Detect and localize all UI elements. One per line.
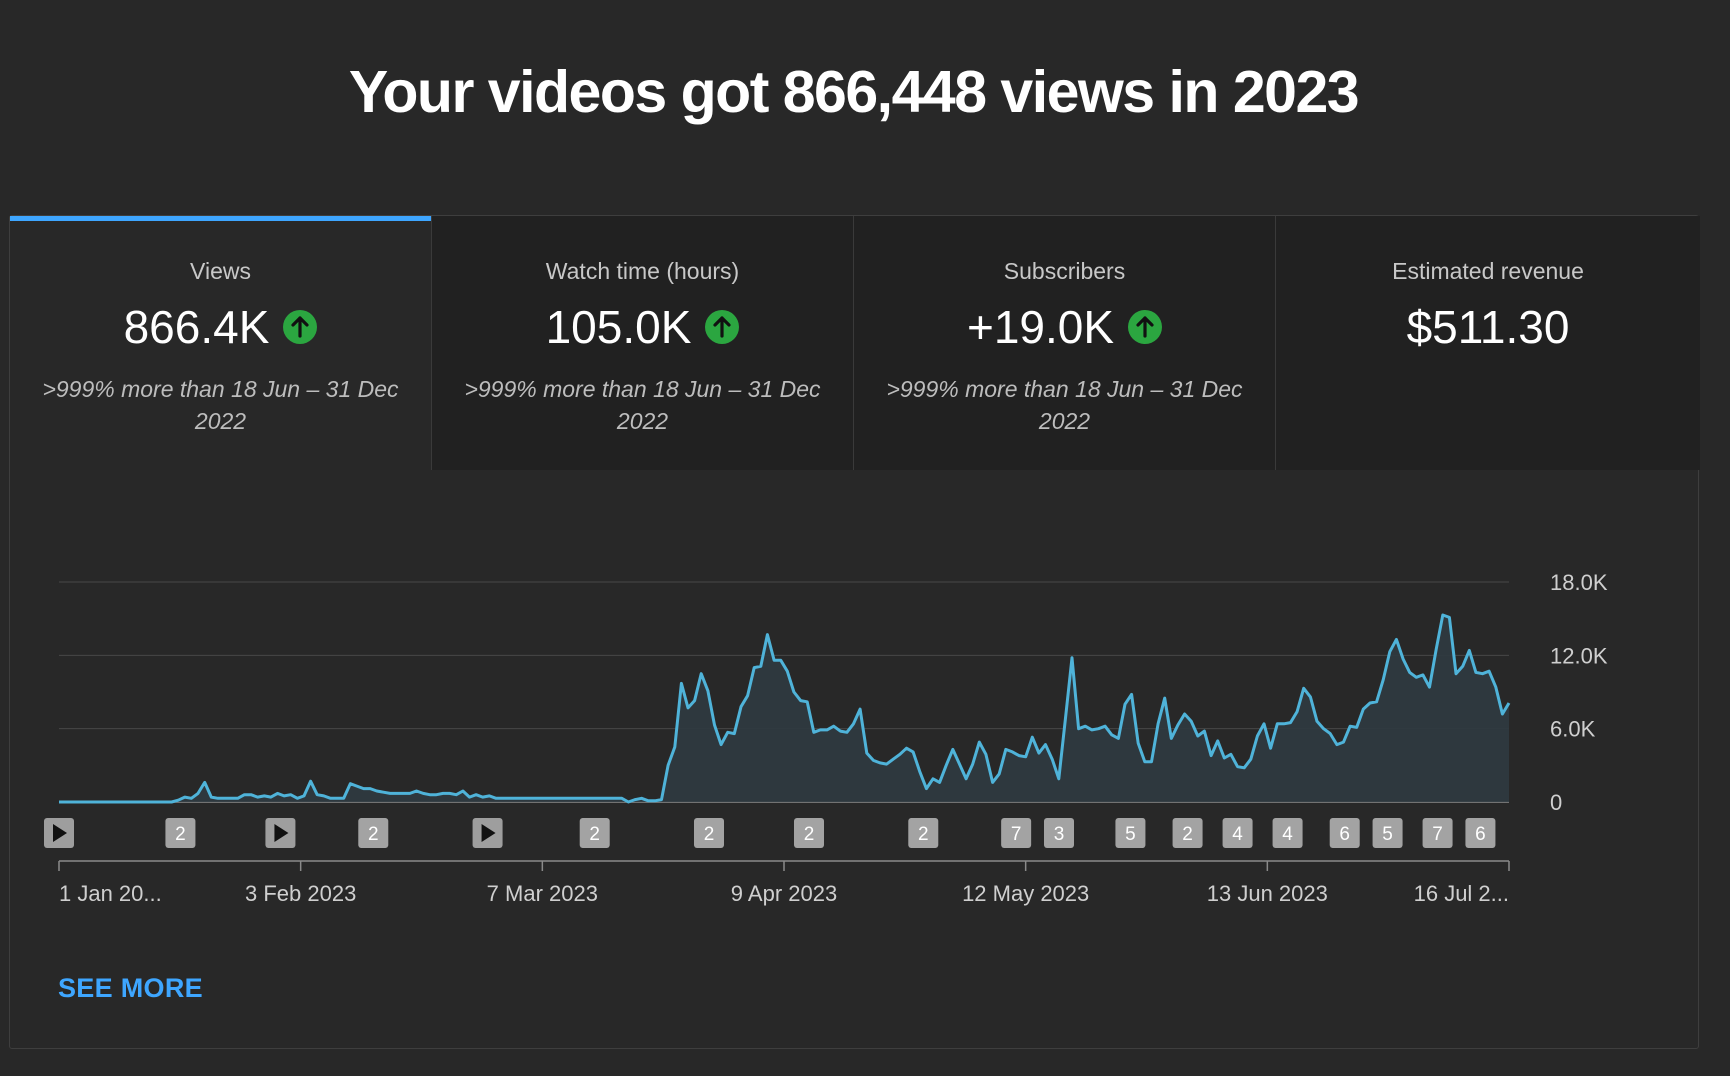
marker-count: 5 — [1382, 824, 1393, 845]
upload-count-marker[interactable]: 6 — [1465, 818, 1496, 848]
video-marker[interactable] — [265, 818, 296, 848]
x-tick-label: 9 Apr 2023 — [731, 881, 837, 906]
video-marker[interactable] — [44, 818, 74, 848]
x-tick-label: 13 Jun 2023 — [1207, 881, 1328, 906]
views-chart: 0 6.0K 12.0K 18.0K 2 2 2 2 2 2 7 3 5 2 4 4 6 5 7 6 1 Jan 20.… — [44, 570, 1608, 906]
upload-count-marker[interactable]: 2 — [579, 818, 610, 848]
upload-count-marker[interactable]: 2 — [694, 818, 724, 848]
x-tick-label: 12 May 2023 — [962, 881, 1089, 906]
upload-count-marker[interactable]: 5 — [1115, 818, 1146, 848]
marker-count: 2 — [175, 824, 186, 845]
views-area — [59, 615, 1509, 802]
y-tick-label: 18.0K — [1550, 570, 1608, 595]
marker-count: 2 — [368, 824, 379, 845]
upload-count-marker[interactable]: 4 — [1222, 818, 1253, 848]
marker-count: 7 — [1432, 824, 1443, 845]
marker-count: 6 — [1339, 824, 1350, 845]
marker-count: 3 — [1054, 824, 1065, 845]
upload-count-marker[interactable]: 4 — [1272, 818, 1303, 848]
marker-count: 6 — [1475, 824, 1486, 845]
upload-count-marker[interactable]: 5 — [1372, 818, 1403, 848]
marker-count: 2 — [804, 824, 815, 845]
marker-count: 2 — [704, 824, 715, 845]
y-tick-label: 12.0K — [1550, 643, 1608, 668]
see-more-link[interactable]: SEE MORE — [58, 973, 203, 1004]
y-tick-label: 0 — [1550, 790, 1562, 815]
upload-count-marker[interactable]: 2 — [358, 818, 389, 848]
upload-count-marker[interactable]: 2 — [794, 818, 824, 848]
marker-count: 2 — [1182, 824, 1193, 845]
upload-count-marker[interactable]: 2 — [1172, 818, 1203, 848]
x-tick-label: 1 Jan 20... — [59, 881, 162, 906]
x-tick-label: 7 Mar 2023 — [487, 881, 598, 906]
marker-count: 4 — [1232, 824, 1243, 845]
x-tick-label: 3 Feb 2023 — [245, 881, 356, 906]
upload-count-marker[interactable]: 2 — [165, 818, 196, 848]
marker-count: 4 — [1282, 824, 1293, 845]
marker-count: 2 — [589, 824, 600, 845]
marker-count: 7 — [1011, 824, 1022, 845]
x-tick-label: 16 Jul 2... — [1414, 881, 1509, 906]
upload-count-marker[interactable]: 7 — [1001, 818, 1032, 848]
upload-count-marker[interactable]: 7 — [1422, 818, 1453, 848]
upload-count-marker[interactable]: 2 — [908, 818, 939, 848]
page-headline: Your videos got 866,448 views in 2023 — [348, 59, 1360, 125]
upload-count-marker[interactable]: 3 — [1044, 818, 1074, 848]
marker-count: 5 — [1125, 824, 1136, 845]
analytics-card: Views 866.4K >999% more than 18 Jun – 31… — [9, 215, 1700, 1049]
upload-count-marker[interactable]: 6 — [1329, 818, 1360, 848]
marker-count: 2 — [918, 824, 929, 845]
video-marker[interactable] — [472, 818, 503, 848]
y-tick-label: 6.0K — [1550, 717, 1596, 742]
